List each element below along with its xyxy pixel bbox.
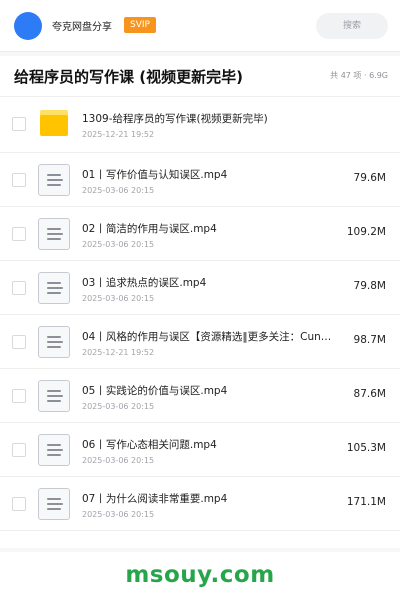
share-title-bar: 给程序员的写作课 (视频更新完毕) 共 47 项 · 6.9G [0,56,400,96]
page-title: 给程序员的写作课 (视频更新完毕) [14,68,243,86]
select-checkbox[interactable] [12,335,26,349]
file-list: 1309-给程序员的写作课(视频更新完毕) 2025-12-21 19:52 0… [0,96,400,548]
top-bar: 夸克网盘分享 SVIP 搜索 [0,0,400,52]
item-name: 04丨风格的作用与误区【资源精选‖更多关注：Cun… [82,331,332,343]
select-checkbox[interactable] [12,117,26,131]
video-file-icon [38,326,70,358]
item-name: 05丨实践论的价值与误区.mp4 [82,385,228,397]
item-date: 2025-03-06 20:15 [82,294,155,303]
video-file-icon [38,380,70,412]
list-item[interactable]: 02丨简洁的作用与误区.mp4 2025-03-06 20:15 109.2M [0,207,400,261]
item-name: 07丨为什么阅读非常重要.mp4 [82,493,228,505]
item-name: 03丨追求热点的误区.mp4 [82,277,207,289]
item-size: 79.8M [353,280,386,292]
item-name: 01丨写作价值与认知误区.mp4 [82,169,228,181]
video-file-icon [38,218,70,250]
item-size: 105.3M [346,442,386,454]
select-checkbox[interactable] [12,173,26,187]
item-date: 2025-03-06 20:15 [82,456,155,465]
svip-badge: SVIP [124,17,156,33]
item-date: 2025-03-06 20:15 [82,240,155,249]
item-date: 2025-12-21 19:52 [82,130,155,139]
list-item[interactable]: 01丨写作价值与认知误区.mp4 2025-03-06 20:15 79.6M [0,153,400,207]
video-file-icon [38,164,70,196]
search-button[interactable]: 搜索 [316,13,388,39]
video-file-icon [38,434,70,466]
item-size: 109.2M [346,226,386,238]
list-item[interactable]: 05丨实践论的价值与误区.mp4 2025-03-06 20:15 87.6M [0,369,400,423]
list-item[interactable]: 06丨写作心态相关问题.mp4 2025-03-06 20:15 105.3M [0,423,400,477]
item-size: 98.7M [353,334,386,346]
select-checkbox[interactable] [12,389,26,403]
item-date: 2025-03-06 20:15 [82,402,155,411]
video-file-icon [38,272,70,304]
item-date: 2025-03-06 20:15 [82,186,155,195]
item-size: 87.6M [353,388,386,400]
item-size: 79.6M [353,172,386,184]
item-date: 2025-03-06 20:15 [82,510,155,519]
account-name: 夸克网盘分享 [52,22,112,33]
video-file-icon [38,488,70,520]
list-item[interactable]: 07丨为什么阅读非常重要.mp4 2025-03-06 20:15 171.1M [0,477,400,531]
select-checkbox[interactable] [12,281,26,295]
list-item[interactable]: 03丨追求热点的误区.mp4 2025-03-06 20:15 79.8M [0,261,400,315]
share-meta: 共 47 项 · 6.9G [330,71,388,80]
avatar[interactable] [14,12,42,40]
select-checkbox[interactable] [12,497,26,511]
list-item[interactable]: 04丨风格的作用与误区【资源精选‖更多关注：Cun… 2025-12-21 19… [0,315,400,369]
item-date: 2025-12-21 19:52 [82,348,155,357]
list-item[interactable]: 1309-给程序员的写作课(视频更新完毕) 2025-12-21 19:52 [0,97,400,153]
footer: msouy.com [0,552,400,600]
item-name: 1309-给程序员的写作课(视频更新完毕) [82,113,268,125]
select-checkbox[interactable] [12,227,26,241]
select-checkbox[interactable] [12,443,26,457]
watermark: msouy.com [125,562,275,588]
item-name: 02丨简洁的作用与误区.mp4 [82,223,217,235]
item-name: 06丨写作心态相关问题.mp4 [82,439,217,451]
folder-icon [40,110,68,136]
item-size: 171.1M [346,496,386,508]
